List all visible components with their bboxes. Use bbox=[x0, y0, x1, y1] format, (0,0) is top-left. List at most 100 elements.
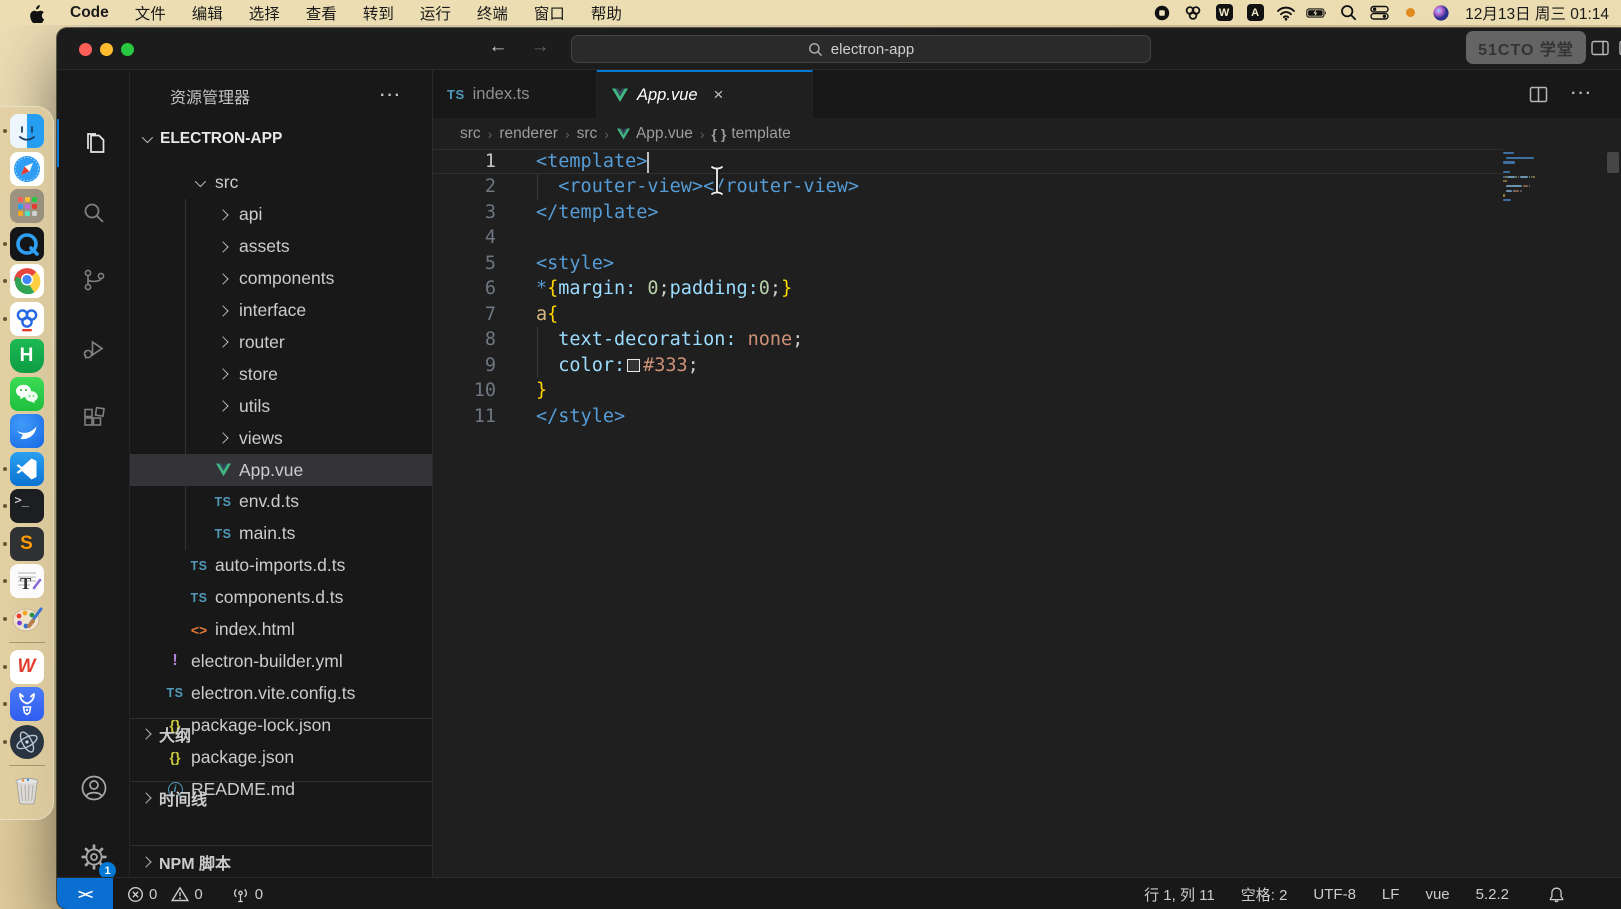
tree-item-main.ts[interactable]: TSmain.ts bbox=[130, 518, 432, 550]
atom-app-icon[interactable] bbox=[10, 725, 44, 759]
maximize-window-button[interactable] bbox=[121, 43, 134, 56]
dock-item-atom-app[interactable] bbox=[0, 725, 54, 759]
menu-item-5[interactable]: 运行 bbox=[407, 2, 464, 24]
panel-1[interactable]: 时间线 bbox=[130, 781, 432, 813]
tree-item-env.d.ts[interactable]: TSenv.d.ts bbox=[130, 486, 432, 518]
dock-item-hbuilder[interactable]: H bbox=[0, 339, 54, 373]
input-a-icon[interactable]: A bbox=[1244, 4, 1266, 22]
tab-index.ts[interactable]: TSindex.ts bbox=[433, 70, 597, 118]
dock-item-paint-app[interactable] bbox=[0, 602, 54, 636]
dock-item-launchpad[interactable] bbox=[0, 189, 54, 223]
sublime-text-icon[interactable]: S bbox=[10, 527, 44, 561]
wechat-icon[interactable] bbox=[10, 377, 44, 411]
hbuilder-icon[interactable]: H bbox=[10, 339, 44, 373]
close-tab-icon[interactable]: × bbox=[714, 85, 724, 105]
breadcrumb-item-App.vue[interactable]: App.vue bbox=[616, 125, 693, 143]
dock-item-safari[interactable] bbox=[0, 152, 54, 186]
menu-item-6[interactable]: 终端 bbox=[464, 2, 521, 24]
menu-item-0[interactable]: 文件 bbox=[122, 2, 179, 24]
panel-2[interactable]: NPM 脚本 bbox=[130, 845, 432, 877]
tree-item-api[interactable]: api bbox=[130, 199, 432, 231]
close-window-button[interactable] bbox=[79, 43, 92, 56]
remote-indicator[interactable]: >< bbox=[57, 878, 113, 909]
code-editor[interactable]: 1<template>2 <router-view></router-view>… bbox=[433, 149, 1621, 877]
activity-search-icon[interactable] bbox=[57, 189, 130, 237]
safari-icon[interactable] bbox=[10, 152, 44, 186]
menu-item-1[interactable]: 编辑 bbox=[179, 2, 236, 24]
tree-item-electron.vite.config.ts[interactable]: TSelectron.vite.config.ts bbox=[130, 677, 432, 709]
tree-item-utils[interactable]: utils bbox=[130, 390, 432, 422]
finder-icon[interactable] bbox=[10, 114, 44, 148]
dock-item-deer-app[interactable] bbox=[0, 687, 54, 721]
menu-clock[interactable]: 12月13日 周三 01:14 bbox=[1465, 2, 1609, 24]
status-language-mode[interactable]: vue bbox=[1425, 886, 1449, 903]
dock-item-circles-app[interactable] bbox=[0, 302, 54, 336]
minimize-window-button[interactable] bbox=[100, 43, 113, 56]
shapes-icon[interactable] bbox=[1182, 4, 1204, 22]
dock-item-vscode[interactable] bbox=[0, 452, 54, 486]
dock-item-dingtalk[interactable] bbox=[0, 414, 54, 448]
record-icon[interactable] bbox=[1151, 4, 1173, 22]
tree-item-assets[interactable]: assets bbox=[130, 231, 432, 263]
tree-item-electron-builder.yml[interactable]: !electron-builder.yml bbox=[130, 646, 432, 678]
tree-item-store[interactable]: store bbox=[130, 358, 432, 390]
paint-app-icon[interactable] bbox=[10, 602, 44, 636]
activity-run-debug-icon[interactable] bbox=[57, 325, 130, 373]
dock-item-finder[interactable] bbox=[0, 114, 54, 148]
activity-account-icon[interactable] bbox=[57, 764, 130, 812]
status-version[interactable]: 5.2.2 bbox=[1476, 886, 1509, 903]
recording-dot-icon[interactable] bbox=[1399, 4, 1421, 22]
chrome-icon[interactable] bbox=[10, 264, 44, 298]
breadcrumb-item-src[interactable]: src bbox=[577, 125, 598, 143]
activity-source-control-icon[interactable] bbox=[57, 256, 130, 304]
dock-item-quicktime[interactable] bbox=[0, 227, 54, 261]
launchpad-icon[interactable] bbox=[10, 189, 44, 223]
notifications-bell-icon[interactable] bbox=[1548, 878, 1565, 909]
activity-settings-gear-icon[interactable]: 1 bbox=[57, 833, 130, 881]
quicktime-icon[interactable] bbox=[10, 227, 44, 261]
editor-more-actions-icon[interactable]: ··· bbox=[1571, 85, 1593, 103]
menu-item-code[interactable]: Code bbox=[57, 4, 122, 22]
textedit-icon[interactable]: T bbox=[10, 564, 44, 598]
status-indentation[interactable]: 空格: 2 bbox=[1241, 884, 1288, 905]
wps-badge-icon[interactable]: W bbox=[1213, 4, 1235, 22]
activity-files-icon[interactable] bbox=[57, 119, 130, 167]
dock-item-chrome[interactable] bbox=[0, 264, 54, 298]
breadcrumb-item-template[interactable]: { }template bbox=[712, 125, 791, 143]
nav-forward-button[interactable]: → bbox=[527, 36, 553, 58]
wifi-icon[interactable] bbox=[1275, 4, 1297, 22]
battery-icon[interactable] bbox=[1306, 4, 1328, 22]
dock-item-textedit[interactable]: T bbox=[0, 564, 54, 598]
panel-0[interactable]: 大纲 bbox=[130, 718, 432, 750]
wps-office-icon[interactable]: W bbox=[10, 650, 44, 684]
menu-item-4[interactable]: 转到 bbox=[350, 2, 407, 24]
circles-app-icon[interactable] bbox=[10, 302, 44, 336]
dingtalk-icon[interactable] bbox=[10, 414, 44, 448]
toggle-panel-icon[interactable] bbox=[1590, 38, 1610, 58]
siri-icon[interactable] bbox=[1430, 4, 1452, 22]
apple-menu-icon[interactable] bbox=[14, 3, 57, 23]
tree-item-index.html[interactable]: <>index.html bbox=[130, 614, 432, 646]
ports-indicator[interactable]: 0 bbox=[231, 886, 263, 903]
status-cursor-position[interactable]: 行 1, 列 11 bbox=[1144, 884, 1215, 905]
explorer-more-actions-icon[interactable]: ··· bbox=[380, 87, 402, 105]
control-center-icon[interactable] bbox=[1368, 4, 1390, 22]
command-center-search[interactable]: electron-app bbox=[571, 35, 1151, 63]
status-eol[interactable]: LF bbox=[1382, 886, 1400, 903]
terminal-icon[interactable]: >_ bbox=[10, 489, 44, 523]
tree-item-components[interactable]: components bbox=[130, 263, 432, 295]
dock-item-wechat[interactable] bbox=[0, 377, 54, 411]
deer-app-icon[interactable] bbox=[10, 687, 44, 721]
dock-item-trash[interactable] bbox=[0, 773, 54, 807]
tree-item-interface[interactable]: interface bbox=[130, 295, 432, 327]
tree-item-App.vue[interactable]: App.vue bbox=[130, 454, 432, 486]
tree-item-src[interactable]: src bbox=[130, 167, 432, 199]
menu-item-2[interactable]: 选择 bbox=[236, 2, 293, 24]
activity-extensions-icon[interactable] bbox=[57, 395, 130, 443]
status-encoding[interactable]: UTF-8 bbox=[1313, 886, 1356, 903]
menu-item-7[interactable]: 窗口 bbox=[521, 2, 578, 24]
dock-item-terminal[interactable]: >_ bbox=[0, 489, 54, 523]
spotlight-search-icon[interactable] bbox=[1337, 4, 1359, 22]
tree-item-router[interactable]: router bbox=[130, 327, 432, 359]
trash-icon[interactable] bbox=[10, 773, 44, 807]
